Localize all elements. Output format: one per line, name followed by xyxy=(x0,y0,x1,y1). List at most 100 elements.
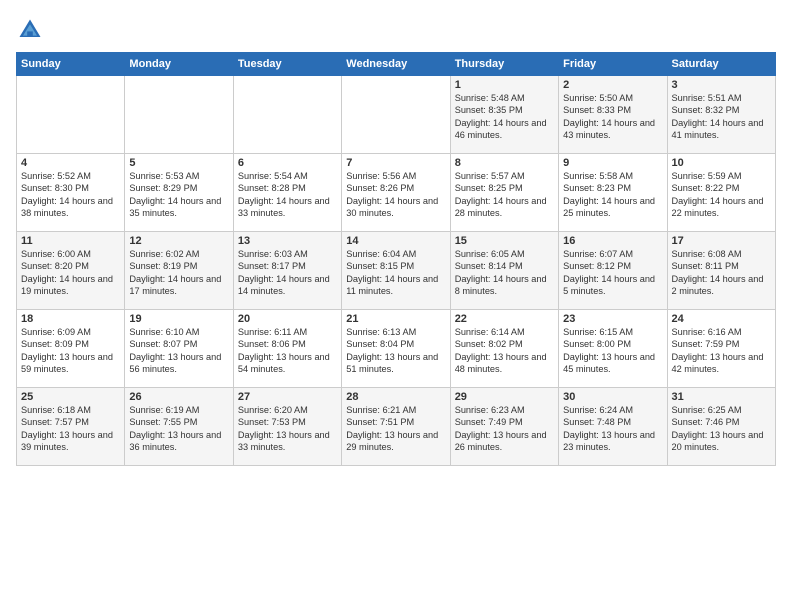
cell-2-3: 6Sunrise: 5:54 AM Sunset: 8:28 PM Daylig… xyxy=(233,154,341,232)
day-number: 14 xyxy=(346,235,445,247)
cell-5-6: 30Sunrise: 6:24 AM Sunset: 7:48 PM Dayli… xyxy=(559,388,667,466)
week-row-3: 11Sunrise: 6:00 AM Sunset: 8:20 PM Dayli… xyxy=(17,232,776,310)
cell-3-3: 13Sunrise: 6:03 AM Sunset: 8:17 PM Dayli… xyxy=(233,232,341,310)
logo-icon xyxy=(16,16,44,44)
header xyxy=(16,12,776,44)
logo xyxy=(16,16,48,44)
day-number: 21 xyxy=(346,313,445,325)
cell-2-7: 10Sunrise: 5:59 AM Sunset: 8:22 PM Dayli… xyxy=(667,154,775,232)
day-header-thursday: Thursday xyxy=(450,53,558,76)
cell-content: Sunrise: 6:15 AM Sunset: 8:00 PM Dayligh… xyxy=(563,326,662,376)
cell-content: Sunrise: 6:21 AM Sunset: 7:51 PM Dayligh… xyxy=(346,404,445,454)
day-number: 8 xyxy=(455,157,554,169)
cell-content: Sunrise: 6:20 AM Sunset: 7:53 PM Dayligh… xyxy=(238,404,337,454)
day-number: 11 xyxy=(21,235,120,247)
cell-content: Sunrise: 6:13 AM Sunset: 8:04 PM Dayligh… xyxy=(346,326,445,376)
cell-3-7: 17Sunrise: 6:08 AM Sunset: 8:11 PM Dayli… xyxy=(667,232,775,310)
cell-5-5: 29Sunrise: 6:23 AM Sunset: 7:49 PM Dayli… xyxy=(450,388,558,466)
page: SundayMondayTuesdayWednesdayThursdayFrid… xyxy=(0,0,792,612)
cell-5-4: 28Sunrise: 6:21 AM Sunset: 7:51 PM Dayli… xyxy=(342,388,450,466)
cell-3-4: 14Sunrise: 6:04 AM Sunset: 8:15 PM Dayli… xyxy=(342,232,450,310)
day-number: 23 xyxy=(563,313,662,325)
cell-content: Sunrise: 6:14 AM Sunset: 8:02 PM Dayligh… xyxy=(455,326,554,376)
day-number: 2 xyxy=(563,79,662,91)
cell-content: Sunrise: 6:00 AM Sunset: 8:20 PM Dayligh… xyxy=(21,248,120,298)
cell-2-1: 4Sunrise: 5:52 AM Sunset: 8:30 PM Daylig… xyxy=(17,154,125,232)
cell-content: Sunrise: 6:11 AM Sunset: 8:06 PM Dayligh… xyxy=(238,326,337,376)
cell-content: Sunrise: 6:08 AM Sunset: 8:11 PM Dayligh… xyxy=(672,248,771,298)
cell-2-4: 7Sunrise: 5:56 AM Sunset: 8:26 PM Daylig… xyxy=(342,154,450,232)
day-number: 10 xyxy=(672,157,771,169)
day-number: 16 xyxy=(563,235,662,247)
day-number: 3 xyxy=(672,79,771,91)
day-number: 26 xyxy=(129,391,228,403)
day-number: 18 xyxy=(21,313,120,325)
day-number: 20 xyxy=(238,313,337,325)
cell-4-7: 24Sunrise: 6:16 AM Sunset: 7:59 PM Dayli… xyxy=(667,310,775,388)
day-header-friday: Friday xyxy=(559,53,667,76)
week-row-1: 1Sunrise: 5:48 AM Sunset: 8:35 PM Daylig… xyxy=(17,76,776,154)
cell-4-3: 20Sunrise: 6:11 AM Sunset: 8:06 PM Dayli… xyxy=(233,310,341,388)
cell-content: Sunrise: 6:18 AM Sunset: 7:57 PM Dayligh… xyxy=(21,404,120,454)
cell-content: Sunrise: 6:05 AM Sunset: 8:14 PM Dayligh… xyxy=(455,248,554,298)
day-number: 19 xyxy=(129,313,228,325)
calendar-table: SundayMondayTuesdayWednesdayThursdayFrid… xyxy=(16,52,776,466)
day-number: 27 xyxy=(238,391,337,403)
cell-3-1: 11Sunrise: 6:00 AM Sunset: 8:20 PM Dayli… xyxy=(17,232,125,310)
cell-3-5: 15Sunrise: 6:05 AM Sunset: 8:14 PM Dayli… xyxy=(450,232,558,310)
day-header-wednesday: Wednesday xyxy=(342,53,450,76)
day-number: 13 xyxy=(238,235,337,247)
cell-content: Sunrise: 5:51 AM Sunset: 8:32 PM Dayligh… xyxy=(672,92,771,142)
week-row-2: 4Sunrise: 5:52 AM Sunset: 8:30 PM Daylig… xyxy=(17,154,776,232)
cell-5-1: 25Sunrise: 6:18 AM Sunset: 7:57 PM Dayli… xyxy=(17,388,125,466)
cell-content: Sunrise: 5:48 AM Sunset: 8:35 PM Dayligh… xyxy=(455,92,554,142)
cell-4-2: 19Sunrise: 6:10 AM Sunset: 8:07 PM Dayli… xyxy=(125,310,233,388)
day-number: 22 xyxy=(455,313,554,325)
day-header-tuesday: Tuesday xyxy=(233,53,341,76)
cell-content: Sunrise: 6:04 AM Sunset: 8:15 PM Dayligh… xyxy=(346,248,445,298)
day-number: 7 xyxy=(346,157,445,169)
day-number: 29 xyxy=(455,391,554,403)
day-number: 15 xyxy=(455,235,554,247)
cell-content: Sunrise: 6:02 AM Sunset: 8:19 PM Dayligh… xyxy=(129,248,228,298)
cell-5-7: 31Sunrise: 6:25 AM Sunset: 7:46 PM Dayli… xyxy=(667,388,775,466)
cell-content: Sunrise: 6:16 AM Sunset: 7:59 PM Dayligh… xyxy=(672,326,771,376)
cell-1-4 xyxy=(342,76,450,154)
cell-content: Sunrise: 5:58 AM Sunset: 8:23 PM Dayligh… xyxy=(563,170,662,220)
cell-content: Sunrise: 5:52 AM Sunset: 8:30 PM Dayligh… xyxy=(21,170,120,220)
week-row-5: 25Sunrise: 6:18 AM Sunset: 7:57 PM Dayli… xyxy=(17,388,776,466)
cell-1-7: 3Sunrise: 5:51 AM Sunset: 8:32 PM Daylig… xyxy=(667,76,775,154)
header-row: SundayMondayTuesdayWednesdayThursdayFrid… xyxy=(17,53,776,76)
cell-1-3 xyxy=(233,76,341,154)
cell-4-1: 18Sunrise: 6:09 AM Sunset: 8:09 PM Dayli… xyxy=(17,310,125,388)
cell-2-5: 8Sunrise: 5:57 AM Sunset: 8:25 PM Daylig… xyxy=(450,154,558,232)
cell-content: Sunrise: 6:03 AM Sunset: 8:17 PM Dayligh… xyxy=(238,248,337,298)
day-number: 25 xyxy=(21,391,120,403)
cell-2-6: 9Sunrise: 5:58 AM Sunset: 8:23 PM Daylig… xyxy=(559,154,667,232)
cell-content: Sunrise: 6:19 AM Sunset: 7:55 PM Dayligh… xyxy=(129,404,228,454)
cell-3-2: 12Sunrise: 6:02 AM Sunset: 8:19 PM Dayli… xyxy=(125,232,233,310)
day-header-saturday: Saturday xyxy=(667,53,775,76)
cell-content: Sunrise: 6:09 AM Sunset: 8:09 PM Dayligh… xyxy=(21,326,120,376)
cell-1-2 xyxy=(125,76,233,154)
cell-content: Sunrise: 6:23 AM Sunset: 7:49 PM Dayligh… xyxy=(455,404,554,454)
cell-content: Sunrise: 6:10 AM Sunset: 8:07 PM Dayligh… xyxy=(129,326,228,376)
cell-1-1 xyxy=(17,76,125,154)
day-number: 30 xyxy=(563,391,662,403)
cell-content: Sunrise: 6:07 AM Sunset: 8:12 PM Dayligh… xyxy=(563,248,662,298)
cell-4-5: 22Sunrise: 6:14 AM Sunset: 8:02 PM Dayli… xyxy=(450,310,558,388)
cell-5-3: 27Sunrise: 6:20 AM Sunset: 7:53 PM Dayli… xyxy=(233,388,341,466)
day-number: 24 xyxy=(672,313,771,325)
cell-content: Sunrise: 5:56 AM Sunset: 8:26 PM Dayligh… xyxy=(346,170,445,220)
cell-content: Sunrise: 5:54 AM Sunset: 8:28 PM Dayligh… xyxy=(238,170,337,220)
day-number: 31 xyxy=(672,391,771,403)
cell-content: Sunrise: 5:50 AM Sunset: 8:33 PM Dayligh… xyxy=(563,92,662,142)
day-number: 5 xyxy=(129,157,228,169)
day-number: 6 xyxy=(238,157,337,169)
day-number: 12 xyxy=(129,235,228,247)
cell-4-4: 21Sunrise: 6:13 AM Sunset: 8:04 PM Dayli… xyxy=(342,310,450,388)
cell-2-2: 5Sunrise: 5:53 AM Sunset: 8:29 PM Daylig… xyxy=(125,154,233,232)
day-number: 9 xyxy=(563,157,662,169)
day-header-monday: Monday xyxy=(125,53,233,76)
cell-content: Sunrise: 5:59 AM Sunset: 8:22 PM Dayligh… xyxy=(672,170,771,220)
